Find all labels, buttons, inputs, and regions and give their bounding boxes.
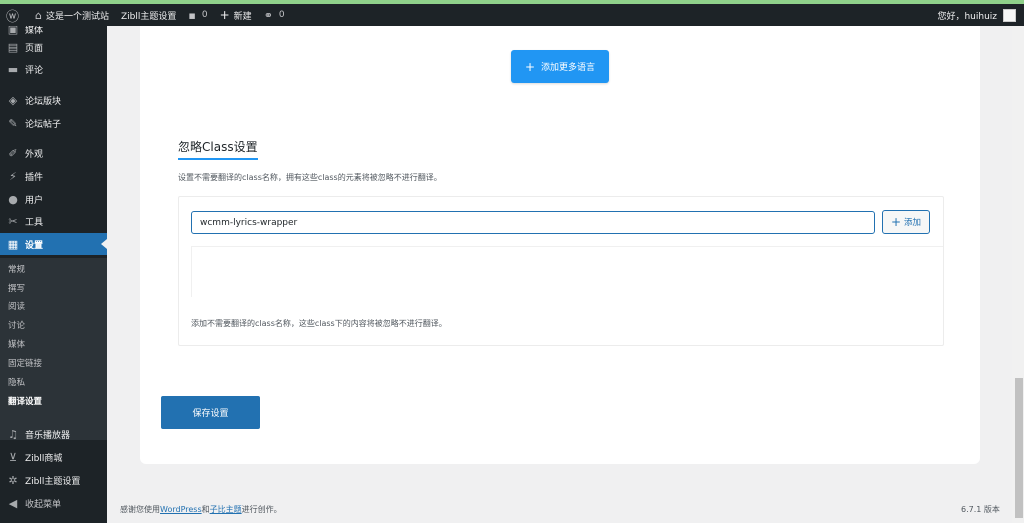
sidebar-item-comments[interactable]: ▬ 评论	[0, 58, 107, 80]
plugin-icon: ⚡	[9, 169, 17, 183]
media-icon: ▣	[7, 26, 19, 36]
sidebar-item-label: 外观	[25, 149, 44, 160]
wordpress-icon: ⓦ	[6, 9, 20, 25]
cart-icon: ⊻	[8, 450, 18, 464]
sidebar-item-appearance[interactable]: ✐ 外观	[0, 142, 107, 164]
sidebar-item-zibll-shop[interactable]: ⊻ Zibll商城	[0, 446, 107, 468]
submenu-writing[interactable]: 撰写	[8, 282, 25, 296]
theme-link[interactable]: 子比主题	[210, 505, 242, 514]
new-content-link[interactable]: + 新建	[214, 4, 258, 26]
sidebar-item-label: 音乐播放器	[25, 430, 71, 441]
page-icon: ▤	[7, 40, 19, 54]
sidebar-item-plugins[interactable]: ⚡ 插件	[0, 165, 107, 187]
help-text: 添加不需要翻译的class名称，这些class下的内容将被忽略不进行翻译。	[191, 319, 447, 328]
sidebar-item-label: 论坛帖子	[25, 119, 62, 130]
appearance-icon: ✐	[8, 146, 18, 160]
comments-link[interactable]: ▪ 0	[182, 4, 213, 26]
plus-icon: +	[890, 215, 902, 229]
admin-bar: ⓦ ⌂ 这是一个测试站 Zibll主题设置 ▪ 0 + 新建 ⚭ 0 您好，hu…	[0, 4, 1024, 26]
section-description: 设置不需要翻译的class名称，拥有这些class的元素将被忽略不进行翻译。	[178, 173, 442, 182]
save-settings-button[interactable]: 保存设置	[161, 396, 260, 429]
sidebar-item-pages[interactable]: ▤ 页面	[0, 36, 107, 58]
submenu-media[interactable]: 媒体	[8, 338, 25, 352]
footer-text: 感谢您使用	[120, 505, 160, 514]
links-link[interactable]: ⚭ 0	[258, 4, 291, 26]
wordpress-logo-button[interactable]: ⓦ	[0, 4, 29, 26]
theme-settings-link[interactable]: Zibll主题设置	[115, 4, 182, 26]
avatar	[1003, 8, 1016, 22]
submenu-privacy[interactable]: 隐私	[8, 376, 25, 390]
sidebar-item-label: 媒体	[25, 26, 44, 36]
footer-credit: 感谢您使用WordPress和子比主题进行创作。	[120, 504, 282, 515]
sidebar-item-label: Zibll商城	[25, 453, 63, 464]
submenu-general[interactable]: 常规	[8, 263, 25, 277]
sidebar-item-settings[interactable]: ▦ 设置	[0, 233, 107, 255]
submenu-permalinks[interactable]: 固定链接	[8, 357, 42, 371]
sidebar-item-label: 用户	[25, 195, 44, 206]
comment-bubble-icon: ▪	[188, 8, 196, 22]
settings-icon: ▦	[7, 237, 19, 251]
music-icon: ♫	[8, 427, 18, 441]
add-more-languages-label: 添加更多语言	[541, 63, 596, 73]
new-label: 新建	[233, 11, 252, 22]
sidebar-item-label: 插件	[25, 172, 44, 183]
sidebar-item-label: 页面	[25, 43, 44, 54]
collapse-menu-button[interactable]: ◀ 收起菜单	[0, 492, 107, 514]
comments-count: 0	[201, 10, 208, 20]
collapse-icon: ◀	[8, 496, 18, 510]
sidebar-item-label: 收起菜单	[25, 499, 62, 510]
add-class-button[interactable]: + 添加	[882, 210, 930, 234]
gear-icon: ✲	[8, 473, 18, 487]
links-count: 0	[278, 10, 285, 20]
add-class-label: 添加	[904, 218, 922, 228]
scrollbar-thumb[interactable]	[1015, 378, 1023, 518]
sidebar-item-users[interactable]: ● 用户	[0, 188, 107, 210]
section-title: 忽略Class设置	[178, 138, 258, 160]
site-name-link[interactable]: ⌂ 这是一个测试站	[29, 4, 115, 26]
theme-settings-label: Zibll主题设置	[121, 11, 177, 22]
wordpress-link[interactable]: WordPress	[160, 505, 202, 514]
sidebar-item-music-player[interactable]: ♫ 音乐播放器	[0, 423, 107, 445]
site-name: 这是一个测试站	[46, 11, 110, 22]
tools-icon: ✂	[8, 214, 18, 228]
sidebar-item-label: 工具	[25, 217, 44, 228]
sidebar-item-label: 设置	[25, 240, 44, 251]
class-list	[191, 246, 943, 297]
sidebar-item-label: 论坛版块	[25, 96, 62, 107]
class-name-input[interactable]	[191, 211, 875, 234]
submenu-discussion[interactable]: 讨论	[8, 319, 25, 333]
sidebar-item-label: 评论	[25, 65, 44, 76]
sidebar-item-forum-posts[interactable]: ✎ 论坛帖子	[0, 112, 107, 134]
forum-post-icon: ✎	[8, 116, 18, 130]
plus-icon: +	[219, 8, 230, 22]
sidebar-item-label: Zibll主题设置	[25, 476, 81, 487]
user-icon: ●	[8, 192, 18, 206]
add-more-languages-button[interactable]: + 添加更多语言	[511, 50, 609, 83]
forum-block-icon: ◈	[8, 93, 18, 107]
account-menu[interactable]: 您好，huihuiz	[937, 8, 1024, 22]
comment-icon: ▬	[7, 62, 19, 76]
plus-icon: +	[524, 59, 536, 74]
submenu-reading[interactable]: 阅读	[8, 300, 25, 314]
admin-sidebar: ▣ 媒体 ▤ 页面 ▬ 评论 ◈ 论坛版块 ✎ 论坛帖子 ✐ 外观 ⚡ 插件 ●…	[0, 26, 107, 523]
sidebar-item-zibll-settings[interactable]: ✲ Zibll主题设置	[0, 469, 107, 491]
sidebar-item-tools[interactable]: ✂ 工具	[0, 210, 107, 232]
version-text: 6.7.1 版本	[961, 505, 1000, 514]
link-icon: ⚭	[263, 8, 273, 22]
submenu-translation-settings[interactable]: 翻译设置	[8, 395, 42, 409]
sidebar-item-forum-blocks[interactable]: ◈ 论坛版块	[0, 89, 107, 111]
footer-text: 进行创作。	[241, 505, 282, 514]
greeting: 您好，huihuiz	[937, 11, 997, 22]
footer-text: 和	[201, 505, 210, 514]
home-icon: ⌂	[35, 8, 42, 22]
